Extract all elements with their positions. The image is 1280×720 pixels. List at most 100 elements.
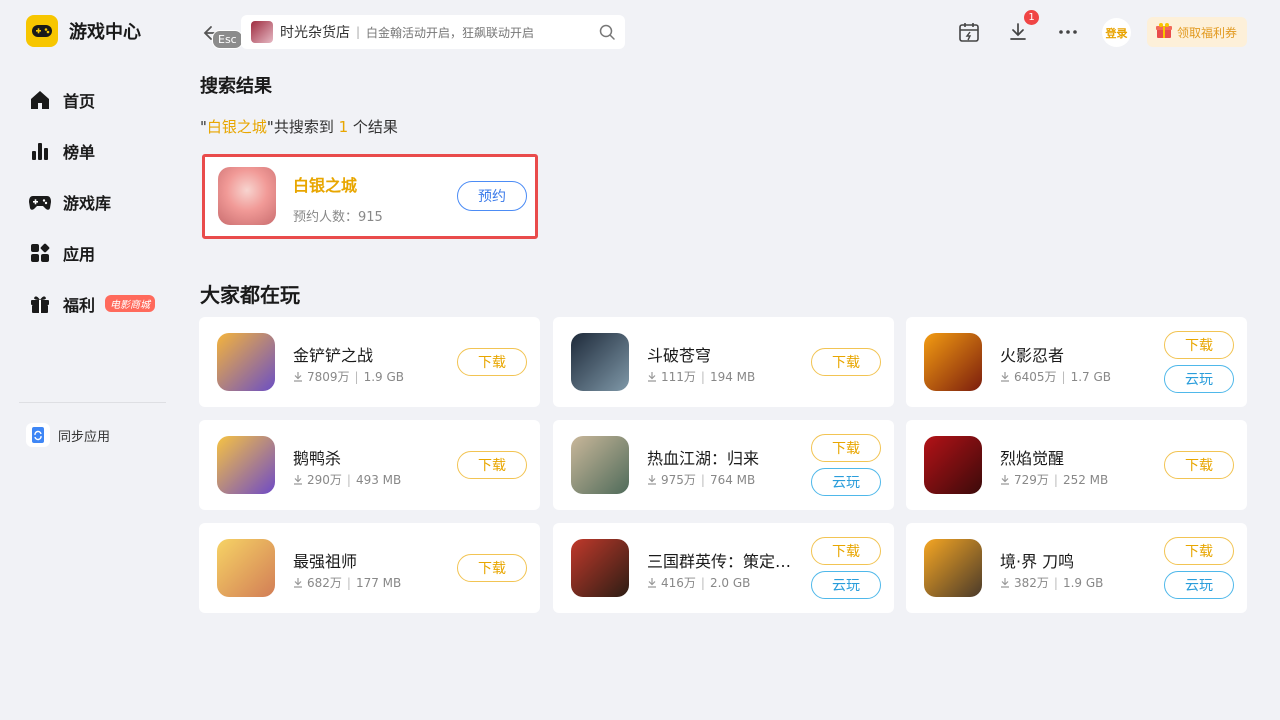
summary-count: 1 (338, 118, 349, 136)
cloud-play-button[interactable]: 云玩 (1164, 571, 1234, 599)
game-size: 252 MB (1062, 472, 1109, 487)
calendar-icon[interactable] (957, 20, 981, 44)
sidebar-item-label: 应用 (63, 244, 96, 264)
search-value: 时光杂货店 (280, 25, 350, 41)
meta-separator: | (1053, 575, 1058, 590)
game-icon (571, 539, 629, 597)
game-meta: 6405万 | 1.7 GB (1000, 368, 1111, 385)
download-count: 416万 (661, 576, 696, 590)
download-count: 729万 (1014, 473, 1049, 487)
game-meta: 111万 | 194 MB (647, 368, 755, 385)
reservation-count: 预约人数：915 (293, 210, 383, 225)
download-button[interactable]: 下载 (811, 348, 881, 376)
sidebar-item-ranking[interactable]: 榜单 (28, 125, 155, 176)
download-button[interactable]: 下载 (1164, 331, 1234, 359)
cloud-play-button[interactable]: 云玩 (811, 571, 881, 599)
claim-coupon-button[interactable]: 领取福利券 (1147, 17, 1247, 47)
game-card[interactable]: 热血江湖：归来 975万 | 764 MB 下载 云玩 (553, 420, 894, 510)
download-button[interactable]: 下载 (457, 348, 527, 376)
search-placeholder: 白金翰活动开启，狂飙联动开启 (366, 25, 535, 40)
game-name: 鹅鸭杀 (293, 449, 342, 468)
search-result-card[interactable]: 白银之城 预约人数：915 预约 (202, 154, 538, 239)
game-name: 金铲铲之战 (293, 346, 374, 365)
download-small-icon (294, 578, 302, 588)
sidebar-item-home[interactable]: 首页 (28, 74, 155, 125)
download-button[interactable]: 下载 (457, 554, 527, 582)
esc-hint: Esc (212, 30, 243, 49)
result-game-name: 白银之城 (293, 176, 358, 195)
meta-separator: | (700, 369, 705, 384)
sidebar-item-welfare[interactable]: 福利 电影商城 (28, 278, 156, 329)
download-small-icon (1001, 372, 1009, 382)
sync-label: 同步应用 (58, 429, 111, 445)
game-card[interactable]: 三国群英传：策定九州 416万 | 2.0 GB 下载 云玩 (553, 523, 894, 613)
login-button[interactable]: 登录 (1102, 18, 1131, 47)
cloud-play-button[interactable]: 云玩 (1164, 365, 1234, 393)
search-icon[interactable] (598, 23, 616, 45)
sync-apps-button[interactable]: 同步应用 (26, 423, 110, 447)
game-card[interactable]: 境·界 刀鸣 382万 | 1.9 GB 下载 云玩 (906, 523, 1247, 613)
game-size: 1.7 GB (1070, 369, 1112, 384)
game-name: 火影忍者 (1000, 346, 1065, 365)
game-name: 热血江湖：归来 (647, 449, 760, 468)
game-icon (217, 333, 275, 391)
game-card[interactable]: 最强祖师 682万 | 177 MB 下载 (199, 523, 540, 613)
summary-quote-open: " (200, 118, 207, 136)
meta-separator: | (346, 472, 351, 487)
game-size: 2.0 GB (709, 575, 751, 590)
game-size: 1.9 GB (1062, 575, 1104, 590)
reserve-button[interactable]: 预约 (457, 181, 527, 211)
download-count: 6405万 (1014, 370, 1057, 384)
promo-badge: 电影商城 (105, 295, 156, 312)
apps-icon (28, 241, 52, 265)
download-button[interactable]: 下载 (1164, 451, 1234, 479)
brand: 游戏中心 (26, 15, 141, 47)
cloud-play-button[interactable]: 云玩 (811, 468, 881, 496)
sidebar-item-apps[interactable]: 应用 (28, 227, 155, 278)
download-count: 682万 (307, 576, 342, 590)
more-icon[interactable] (1056, 20, 1080, 44)
search-input[interactable]: 时光杂货店 | 白金翰活动开启，狂飙联动开启 (241, 15, 625, 49)
game-meta: 290万 | 493 MB (293, 471, 401, 488)
game-name: 三国群英传：策定九州 (647, 552, 797, 571)
gamepad-icon (28, 190, 52, 214)
game-name: 最强祖师 (293, 552, 358, 571)
game-card[interactable]: 斗破苍穹 111万 | 194 MB 下载 (553, 317, 894, 407)
gift-icon (28, 292, 52, 316)
game-card[interactable]: 火影忍者 6405万 | 1.7 GB 下载云玩 (906, 317, 1247, 407)
summary-keyword: 白银之城 (206, 118, 267, 136)
sidebar-item-label: 首页 (63, 91, 96, 111)
game-name: 斗破苍穹 (647, 346, 712, 365)
meta-separator: | (1061, 369, 1066, 384)
game-icon (218, 167, 276, 225)
sidebar-divider (19, 402, 166, 403)
coupon-label: 领取福利券 (1177, 25, 1238, 40)
download-button[interactable]: 下载 (811, 434, 881, 462)
gift-box-icon (1155, 21, 1173, 43)
download-small-icon (294, 475, 302, 485)
search-separator: | (356, 25, 361, 39)
download-count: 975万 (661, 473, 696, 487)
game-icon (924, 333, 982, 391)
download-small-icon (648, 578, 656, 588)
game-card[interactable]: 烈焰觉醒 729万 | 252 MB 下载 (906, 420, 1247, 510)
game-icon (924, 539, 982, 597)
game-card[interactable]: 金铲铲之战 7809万 | 1.9 GB 下载 (199, 317, 540, 407)
download-count-badge: 1 (1024, 10, 1039, 25)
game-meta: 729万 | 252 MB (1000, 471, 1108, 488)
meta-separator: | (700, 472, 705, 487)
meta-separator: | (354, 369, 359, 384)
download-button[interactable]: 下载 (1164, 537, 1234, 565)
download-count: 111万 (661, 370, 696, 384)
game-icon (217, 539, 275, 597)
download-small-icon (1001, 475, 1009, 485)
sync-icon (26, 423, 50, 447)
home-icon (28, 88, 52, 112)
download-button[interactable]: 下载 (811, 537, 881, 565)
download-small-icon (1001, 578, 1009, 588)
sidebar-item-library[interactable]: 游戏库 (28, 176, 155, 227)
popular-title: 大家都在玩 (200, 283, 300, 307)
game-size: 177 MB (355, 575, 402, 590)
game-card[interactable]: 鹅鸭杀 290万 | 493 MB 下载 (199, 420, 540, 510)
download-button[interactable]: 下载 (457, 451, 527, 479)
